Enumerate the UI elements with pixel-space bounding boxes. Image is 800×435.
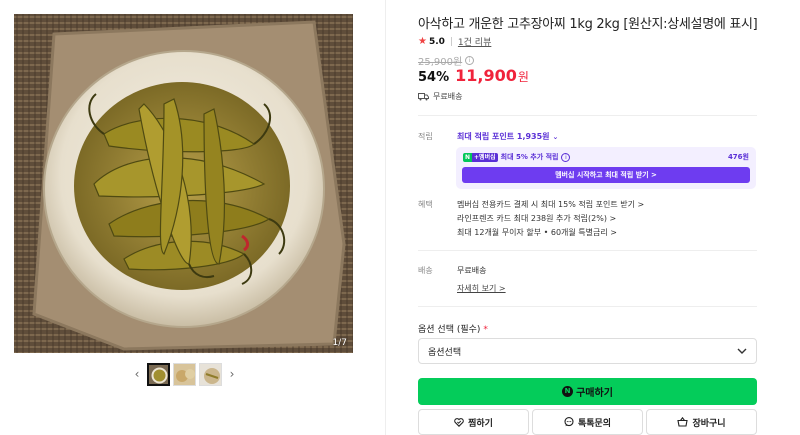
shipping-summary: 무료배송 (418, 91, 462, 102)
rating-score: 5.0 (428, 36, 445, 47)
max-points-dropdown[interactable]: 최대 적립 포인트 1,935원 ⌄ (457, 131, 558, 142)
npay-icon: N (562, 386, 574, 397)
option-label: 옵션 선택 (필수) * (418, 322, 488, 335)
benefit-item[interactable]: 멤버십 전용카드 결제 시 최대 15% 적립 포인트 받기 > (457, 199, 644, 210)
discount-rate: 54% (418, 70, 450, 85)
benefit-item[interactable]: 라인프렌즈 카드 최대 238원 추가 적립(2%) > (457, 213, 616, 224)
start-membership-button[interactable]: 멤버십 시작하고 최대 적립 받기 > (462, 167, 750, 183)
divider (450, 37, 452, 46)
benefits-label: 혜택 (418, 200, 433, 209)
image-counter: 1/7 (332, 338, 347, 348)
review-count-link[interactable]: 1건 리뷰 (458, 35, 491, 48)
option-select[interactable]: 옵션선택 (418, 338, 757, 364)
cart-button[interactable]: 장바구니 (646, 409, 757, 435)
rating-row: ★ 5.0 1건 리뷰 (418, 35, 491, 48)
chevron-right-icon[interactable]: › (225, 367, 239, 381)
chat-icon (564, 417, 574, 427)
truck-icon (418, 92, 429, 100)
membership-amount: 476원 (727, 153, 749, 161)
star-icon: ★ (418, 36, 427, 47)
sale-price-unit: 원 (517, 70, 529, 84)
section-divider (418, 306, 757, 307)
cart-icon (677, 417, 689, 427)
info-icon[interactable]: i (561, 152, 571, 162)
points-label: 적립 (418, 132, 433, 141)
section-divider (418, 250, 757, 251)
membership-row: N +멤버십 최대 5% 추가 적립 i 476원 (463, 152, 749, 162)
membership-box: N +멤버십 최대 5% 추가 적립 i 476원 멤버십 시작하고 최대 적립… (456, 147, 756, 189)
option-select-value: 옵션선택 (428, 347, 462, 358)
thumbnail-1[interactable] (147, 362, 170, 386)
wish-button[interactable]: 찜하기 (418, 409, 529, 435)
max-points-text: 최대 적립 포인트 1,935원 (457, 132, 550, 141)
chevron-left-icon[interactable]: ‹ (130, 367, 144, 381)
section-divider (418, 115, 757, 116)
column-divider (385, 0, 386, 435)
main-product-image[interactable]: 1/7 (14, 14, 353, 353)
npay-membership-badge: N +멤버십 (463, 152, 498, 162)
option-label-text: 옵션 선택 (필수) (418, 325, 481, 335)
cart-button-label: 장바구니 (692, 418, 726, 429)
buy-button-label: 구매하기 (576, 388, 613, 399)
required-mark: * (483, 325, 488, 335)
thumbnail-strip: ‹ › (130, 362, 239, 386)
thumbnail-3[interactable] (199, 362, 222, 386)
sale-price-row: 54% 11,900 원 (418, 66, 529, 85)
info-icon[interactable]: i (465, 56, 475, 65)
shipping-summary-text: 무료배송 (433, 92, 463, 101)
product-title: 아삭하고 개운한 고추장아찌 1kg 2kg [원산지:상세설명에 표시] (418, 17, 758, 32)
benefit-item[interactable]: 최대 12개월 무이자 할부 • 60개월 특별금리 > (457, 227, 617, 238)
wish-button-label: 찜하기 (468, 418, 493, 429)
talk-inquiry-label: 톡톡문의 (577, 418, 612, 429)
heart-icon (454, 417, 464, 427)
delivery-value: 무료배송 (457, 266, 487, 275)
buy-button[interactable]: N 구매하기 (418, 378, 757, 405)
delivery-label: 배송 (418, 266, 433, 275)
sale-price: 11,900 (455, 66, 517, 85)
chevron-down-icon: ⌄ (552, 132, 559, 141)
delivery-detail-link[interactable]: 자세히 보기 > (457, 283, 506, 294)
chevron-down-icon (737, 348, 747, 354)
thumbnail-2[interactable] (173, 362, 196, 386)
membership-extra-text: 최대 5% 추가 적립 (500, 153, 559, 161)
talk-inquiry-button[interactable]: 톡톡문의 (532, 409, 643, 435)
